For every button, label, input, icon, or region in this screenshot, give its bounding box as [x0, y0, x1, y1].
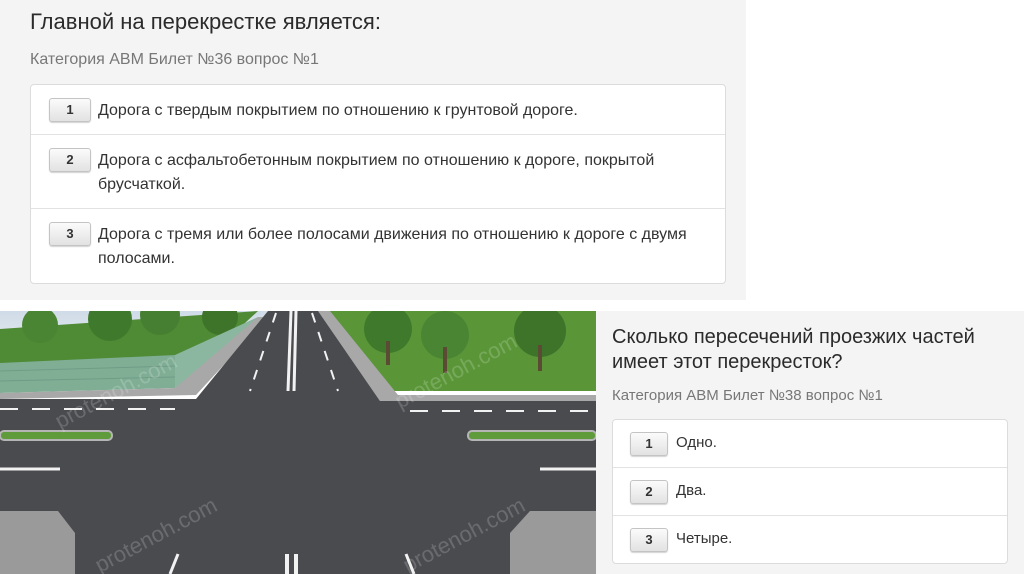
corner-island-right	[510, 511, 596, 574]
answer-list: 1 Одно. 2 Два. 3 Четыре.	[612, 419, 1008, 564]
answer-text[interactable]: Дорога с асфальтобетонным покрытием по о…	[98, 149, 703, 197]
answer-number-button[interactable]: 1	[630, 432, 668, 456]
corner-island-left	[0, 511, 75, 574]
answer-number-button[interactable]: 2	[630, 480, 668, 504]
answer-option-3[interactable]: 3 Дорога с тремя или более полосами движ…	[31, 208, 725, 283]
question-panel-2: Сколько пересечений проезжих частей имее…	[596, 311, 1024, 574]
intersection-image: protenoh.com protenoh.com protenoh.com p…	[0, 311, 596, 574]
answer-number-button[interactable]: 3	[630, 528, 668, 552]
answer-number-button[interactable]: 1	[49, 98, 91, 122]
answer-option-2[interactable]: 2 Дорога с асфальтобетонным покрытием по…	[31, 134, 725, 208]
question-meta: Категория АВМ Билет №38 вопрос №1	[612, 387, 883, 404]
median-right	[467, 430, 596, 441]
question-panel-1: Главной на перекрестке является: Категор…	[0, 0, 746, 300]
answer-text[interactable]: Два.	[676, 481, 706, 501]
answer-text[interactable]: Одно.	[676, 433, 717, 453]
answer-number-button[interactable]: 3	[49, 222, 91, 246]
answer-text[interactable]: Дорога с твердым покрытием по отношению …	[98, 99, 703, 123]
answer-text[interactable]: Четыре.	[676, 529, 732, 549]
answer-option-3[interactable]: 3 Четыре.	[613, 515, 1007, 563]
answer-text[interactable]: Дорога с тремя или более полосами движен…	[98, 223, 703, 271]
answer-number-button[interactable]: 2	[49, 148, 91, 172]
question-title: Сколько пересечений проезжих частей имее…	[612, 326, 975, 373]
median-left	[0, 430, 113, 441]
answer-option-2[interactable]: 2 Два.	[613, 467, 1007, 515]
answer-option-1[interactable]: 1 Дорога с твердым покрытием по отношени…	[31, 85, 725, 134]
question-meta: Категория АВМ Билет №36 вопрос №1	[30, 51, 319, 68]
answer-option-1[interactable]: 1 Одно.	[613, 420, 1007, 467]
question-title: Главной на перекрестке является:	[30, 9, 381, 34]
answer-list: 1 Дорога с твердым покрытием по отношени…	[30, 84, 726, 284]
